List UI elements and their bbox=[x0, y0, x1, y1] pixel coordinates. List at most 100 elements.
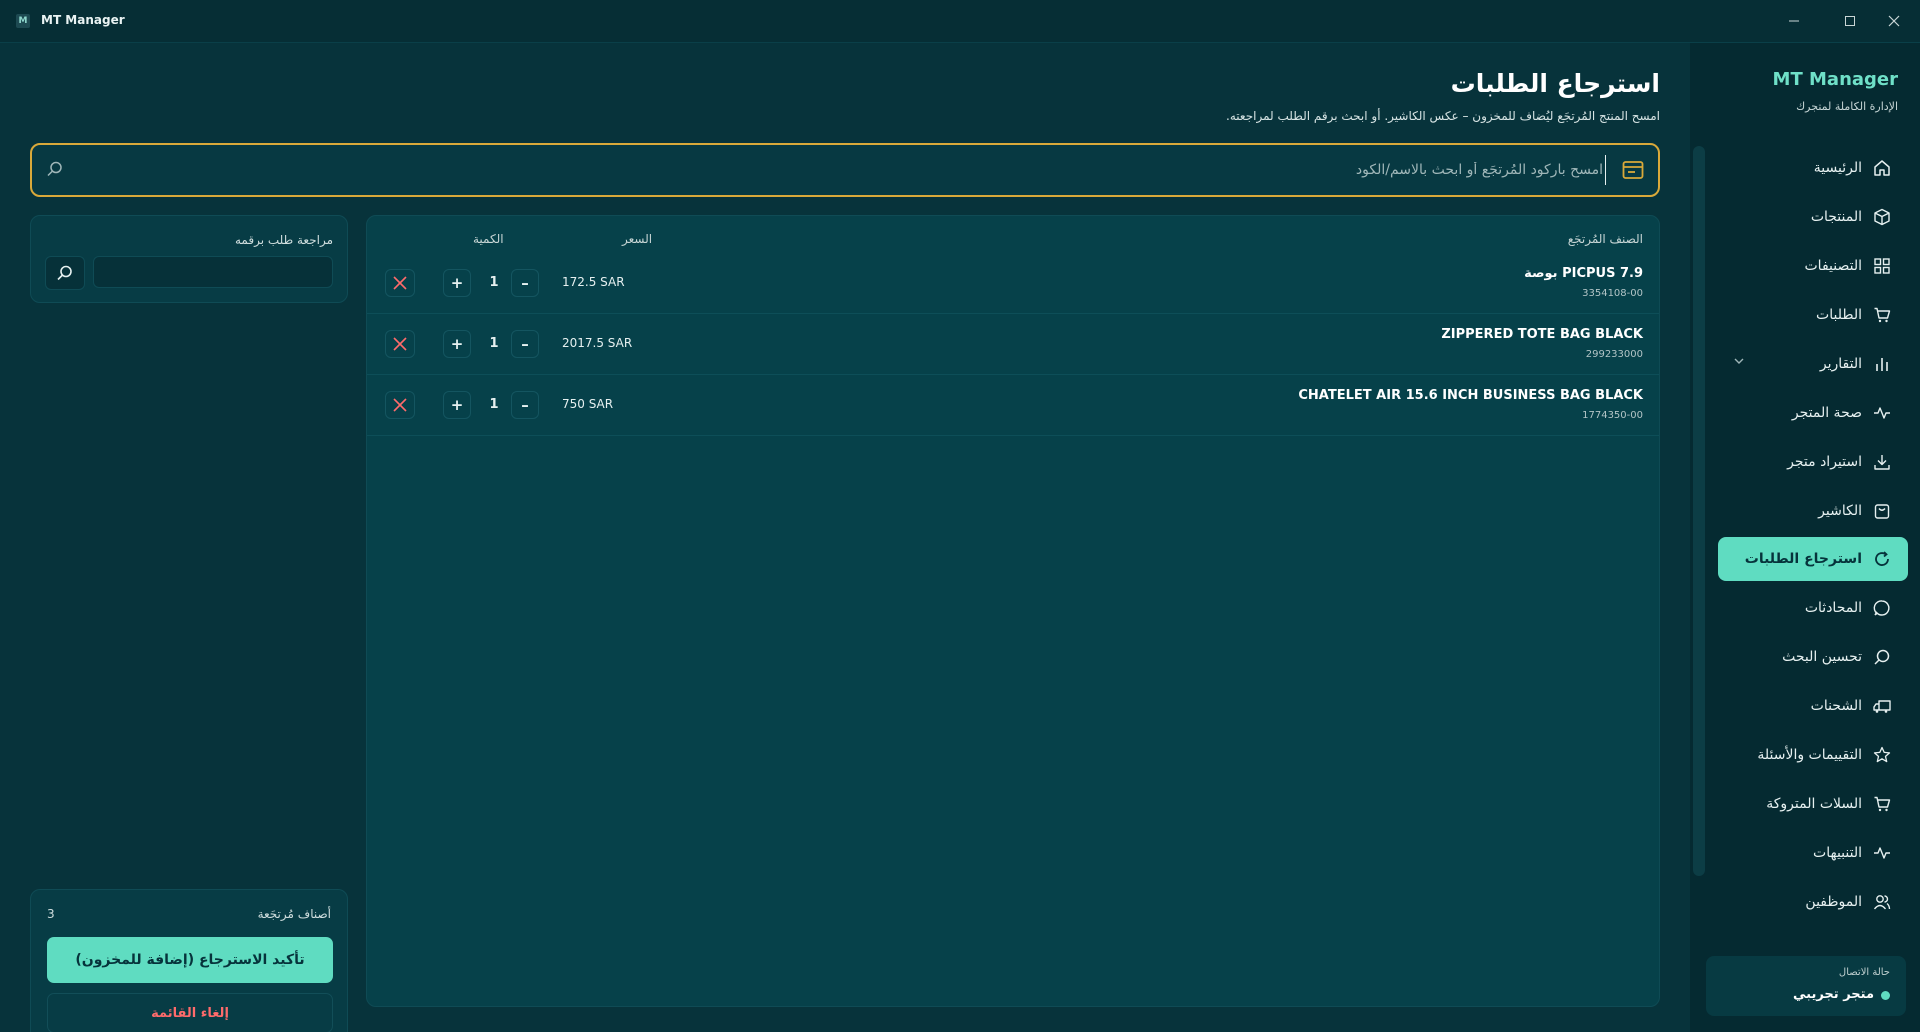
cancel-list-button[interactable]: إلغاء القائمة bbox=[47, 993, 333, 1032]
item-name: PICPUS 7.9 بوصة bbox=[1524, 266, 1643, 281]
sidebar-item-shipments[interactable]: الشحنات bbox=[1718, 684, 1908, 728]
sidebar-item-search-optimization[interactable]: تحسين البحث bbox=[1718, 635, 1908, 679]
window-title: MT Manager bbox=[41, 13, 125, 27]
sidebar-item-cashier[interactable]: الكاشير bbox=[1718, 489, 1908, 533]
item-sku: 1774350-00 bbox=[1582, 410, 1643, 421]
sidebar-item-categories[interactable]: التصنيفات bbox=[1718, 244, 1908, 288]
connection-status-panel: حالة الاتصال متجر تجريبي bbox=[1706, 956, 1906, 1016]
refresh-icon bbox=[1875, 551, 1889, 566]
close-button[interactable] bbox=[1880, 8, 1908, 34]
sidebar-item-orders[interactable]: الطلبات bbox=[1718, 293, 1908, 337]
sidebar-item-abandoned-carts[interactable]: السلات المتروكة bbox=[1718, 782, 1908, 826]
decrease-qty-button[interactable]: – bbox=[511, 330, 539, 358]
increase-qty-button[interactable]: + bbox=[443, 269, 471, 297]
item-qty: 1 bbox=[489, 275, 499, 290]
order-number-input[interactable] bbox=[93, 256, 333, 288]
remove-item-button[interactable] bbox=[385, 269, 415, 297]
maximize-button[interactable] bbox=[1836, 8, 1864, 34]
table-row: PICPUS 7.9 بوصة 3354108-00 172.5 SAR – 1… bbox=[367, 253, 1659, 314]
decrease-qty-button[interactable]: – bbox=[511, 269, 539, 297]
bag-icon bbox=[1874, 504, 1890, 519]
sidebar-item-reviews[interactable]: التقييمات والأسئلة bbox=[1718, 733, 1908, 777]
increase-qty-button[interactable]: + bbox=[443, 391, 471, 419]
grid-icon bbox=[1874, 258, 1890, 274]
scan-search-bar[interactable] bbox=[30, 143, 1660, 197]
decrease-qty-button[interactable]: – bbox=[511, 391, 539, 419]
chat-icon bbox=[1873, 600, 1890, 616]
sidebar-item-label: الموظفين bbox=[1805, 894, 1862, 910]
return-summary-panel: أصناف مُرتجَعة 3 تأكيد الاسترجاع (إضافة … bbox=[30, 889, 348, 1032]
sidebar-tagline: الإدارة الكاملة لمتجرك bbox=[1796, 100, 1898, 113]
remove-item-button[interactable] bbox=[385, 391, 415, 419]
sidebar-item-label: التقارير bbox=[1819, 356, 1862, 372]
sidebar-item-employees[interactable]: الموظفين bbox=[1718, 880, 1908, 924]
column-header-item: الصنف المُرتجَع bbox=[1567, 232, 1643, 246]
cart-icon bbox=[1874, 307, 1891, 323]
item-name: CHATELET AIR 15.6 INCH BUSINESS BAG BLAC… bbox=[1298, 388, 1643, 403]
returned-items-panel: الصنف المُرتجَع السعر الكمية PICPUS 7.9 … bbox=[366, 215, 1660, 1007]
search-icon bbox=[57, 265, 72, 281]
sidebar-item-conversations[interactable]: المحادثات bbox=[1718, 586, 1908, 630]
item-price: 172.5 SAR bbox=[562, 275, 625, 289]
pulse-icon bbox=[1874, 407, 1890, 419]
sidebar-item-products[interactable]: المنتجات bbox=[1718, 195, 1908, 239]
item-sku: 3354108-00 bbox=[1582, 288, 1643, 299]
sidebar-item-label: التصنيفات bbox=[1804, 258, 1863, 274]
bar-chart-icon bbox=[1876, 358, 1888, 371]
minimize-icon bbox=[1789, 20, 1799, 22]
sidebar-item-label: استيراد متجر bbox=[1787, 454, 1862, 470]
sidebar-item-label: المحادثات bbox=[1804, 600, 1862, 616]
search-icon[interactable] bbox=[46, 160, 64, 178]
connection-status: متجر تجريبي bbox=[1792, 987, 1874, 1002]
sidebar-item-label: التنبيهات bbox=[1813, 845, 1862, 861]
sidebar-item-label: المنتجات bbox=[1810, 209, 1862, 225]
download-icon bbox=[1874, 455, 1890, 470]
order-lookup-button[interactable] bbox=[45, 256, 85, 290]
sidebar-item-label: الرئيسية bbox=[1813, 160, 1862, 176]
sidebar-item-label: السلات المتروكة bbox=[1766, 796, 1862, 812]
item-sku: 299233000 bbox=[1585, 349, 1643, 360]
cart-icon bbox=[1874, 796, 1891, 812]
main-content: استرجاع الطلبات امسح المنتج المُرتجَع لي… bbox=[0, 43, 1690, 1032]
minimize-button[interactable] bbox=[1780, 8, 1808, 34]
table-row: ZIPPERED TOTE BAG BLACK 299233000 2017.5… bbox=[367, 314, 1659, 375]
sidebar-item-label: استرجاع الطلبات bbox=[1744, 551, 1862, 567]
returned-items-count: 3 bbox=[47, 907, 55, 921]
sidebar-item-label: الكاشير bbox=[1818, 503, 1862, 519]
column-header-qty: الكمية bbox=[473, 232, 504, 246]
close-icon bbox=[1888, 15, 1900, 27]
scan-input[interactable] bbox=[106, 155, 1606, 185]
sidebar-item-label: تحسين البحث bbox=[1782, 649, 1862, 665]
barcode-scan-icon[interactable] bbox=[1622, 160, 1644, 180]
sidebar-item-order-returns[interactable]: استرجاع الطلبات bbox=[1718, 537, 1908, 581]
sidebar-item-label: الطلبات bbox=[1816, 307, 1862, 323]
returned-items-label: أصناف مُرتجَعة bbox=[257, 907, 331, 921]
order-lookup-label: مراجعة طلب برقمه bbox=[234, 233, 333, 247]
maximize-icon bbox=[1845, 16, 1855, 26]
confirm-return-button[interactable]: تأكيد الاسترجاع (إضافة للمخزون) bbox=[47, 937, 333, 983]
remove-item-button[interactable] bbox=[385, 330, 415, 358]
truck-icon bbox=[1873, 700, 1891, 713]
users-icon bbox=[1873, 895, 1891, 910]
connection-label: حالة الاتصال bbox=[1838, 967, 1890, 978]
chevron-down-icon[interactable] bbox=[1732, 354, 1746, 368]
sidebar-item-label: الشحنات bbox=[1810, 698, 1862, 714]
item-price: 750 SAR bbox=[562, 397, 614, 411]
sidebar-item-reports[interactable]: التقارير bbox=[1718, 342, 1908, 386]
table-row: CHATELET AIR 15.6 INCH BUSINESS BAG BLAC… bbox=[367, 375, 1659, 436]
item-price: 2017.5 SAR bbox=[562, 336, 633, 350]
increase-qty-button[interactable]: + bbox=[443, 330, 471, 358]
home-icon bbox=[1874, 160, 1890, 176]
sidebar-brand: MT Manager bbox=[1772, 69, 1898, 90]
sidebar-item-store-health[interactable]: صحة المتجر bbox=[1718, 391, 1908, 435]
main-scrollbar[interactable] bbox=[1693, 146, 1705, 876]
sidebar-item-alerts[interactable]: التنبيهات bbox=[1718, 831, 1908, 875]
column-header-price: السعر bbox=[622, 232, 653, 246]
sidebar-item-home[interactable]: الرئيسية bbox=[1718, 146, 1908, 190]
sidebar-item-label: صحة المتجر bbox=[1791, 405, 1862, 421]
title-bar: M MT Manager bbox=[0, 0, 1920, 43]
close-icon bbox=[393, 398, 407, 412]
order-lookup-panel: مراجعة طلب برقمه bbox=[30, 215, 348, 303]
sidebar-item-store-import[interactable]: استيراد متجر bbox=[1718, 440, 1908, 484]
item-qty: 1 bbox=[489, 397, 499, 412]
